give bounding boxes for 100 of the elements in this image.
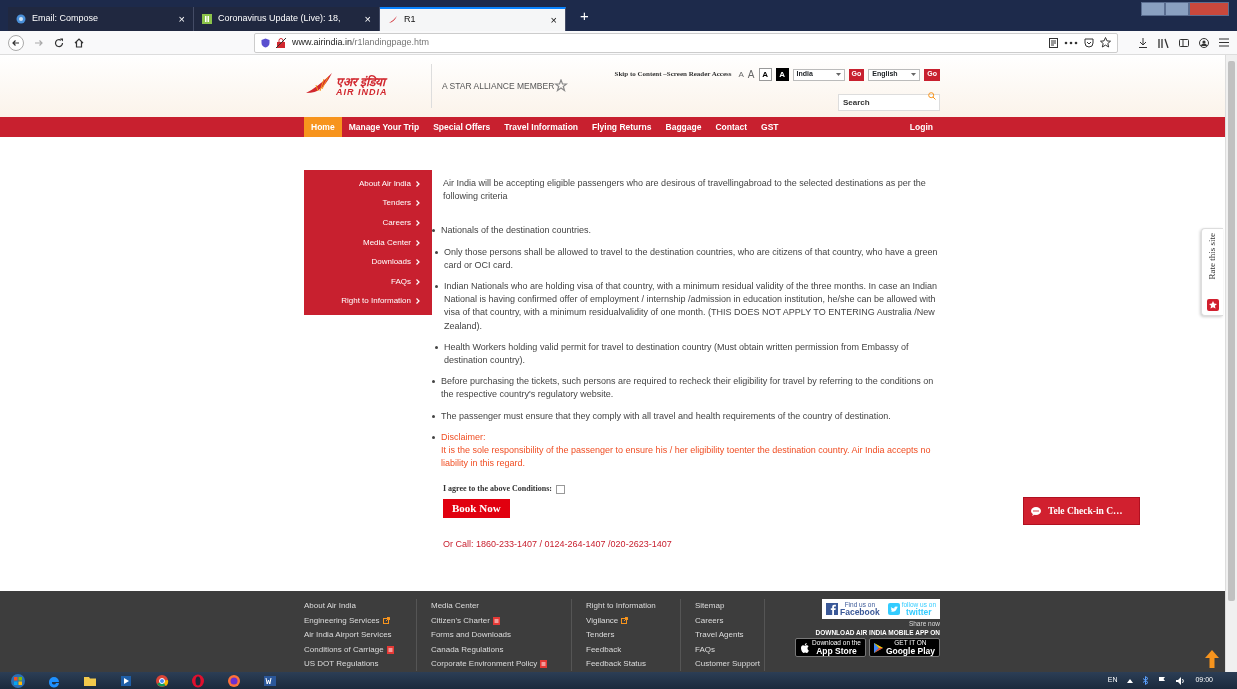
sidebar-link[interactable]: Tenders <box>304 193 426 214</box>
close-tab-button[interactable]: × <box>550 14 557 26</box>
play-triangle-icon <box>873 642 883 653</box>
start-button[interactable] <box>10 672 26 689</box>
nav-link[interactable]: Manage Your Trip <box>341 117 427 137</box>
font-size-button[interactable]: A <box>775 68 789 81</box>
nav-link[interactable]: Travel Information <box>497 117 586 137</box>
alliance-text: A STAR ALLIANCE MEMBER <box>442 79 555 93</box>
sidebar-link[interactable]: About Air India <box>304 174 426 194</box>
url-text: www.airindia.in/r1landingpage.htm <box>292 35 430 49</box>
account-icon[interactable] <box>1199 37 1209 48</box>
speaker-icon[interactable] <box>1176 676 1186 685</box>
new-tab-button[interactable]: + <box>574 3 595 28</box>
disclaimer-title: Disclaimer: <box>441 430 487 444</box>
sidebar-link[interactable]: Downloads <box>304 252 426 272</box>
criteria-text: Only those persons shall be allowed to travel to the destination countries, who are citizens of that country, who have a green card or OCI card. <box>444 245 939 272</box>
browser-tab[interactable]: Email: Compose × <box>8 7 194 31</box>
fox-browser-icon[interactable] <box>226 672 242 689</box>
bullet-icon <box>435 250 438 254</box>
footer-link[interactable]: Customer Support <box>695 657 760 672</box>
font-size-button[interactable]: A <box>738 68 744 81</box>
apple-icon <box>800 642 810 653</box>
library-icon[interactable] <box>1158 37 1169 48</box>
bullet-icon <box>432 229 435 233</box>
chevron-icon <box>416 180 420 187</box>
footer-link[interactable]: Right to Information <box>586 599 656 614</box>
bluetooth-icon[interactable] <box>1143 676 1149 685</box>
caret-icon <box>911 73 917 76</box>
close-tab-button[interactable]: × <box>364 13 371 25</box>
footer-link[interactable]: FAQs <box>695 642 715 657</box>
chat-icon <box>1031 506 1041 516</box>
bird-icon <box>887 603 900 615</box>
chevron-icon <box>416 278 420 285</box>
sidebar-link[interactable]: FAQs <box>304 271 426 292</box>
sidebar-link[interactable]: Careers <box>304 213 426 233</box>
footer-link[interactable]: Engineering Services <box>304 613 390 628</box>
footer-link[interactable]: Vigilance <box>586 613 629 628</box>
criteria-text: Before purchasing the tickets, such persons are required to recheck their eligibility for travel by referring to the conditions on the respective country's regulatory website. <box>441 375 935 402</box>
browser-tab[interactable]: Coronavirus Update (Live): 18, × <box>194 7 380 31</box>
footer-link[interactable]: US DOT Regulations <box>304 657 379 672</box>
nav-link[interactable]: Contact <box>708 117 755 137</box>
footer-link[interactable]: Careers <box>695 613 724 628</box>
footer-link[interactable]: Media Center <box>431 599 480 614</box>
star-icon[interactable] <box>1100 37 1111 48</box>
bullet-icon <box>432 414 435 418</box>
caret-icon <box>835 73 841 76</box>
search-field[interactable]: Search <box>838 94 940 111</box>
bullet-icon <box>435 285 438 288</box>
browser-tab[interactable]: R1 × <box>380 7 566 31</box>
sidebar-icon[interactable] <box>1179 37 1189 48</box>
reader-icon[interactable] <box>1049 37 1058 48</box>
font-size-button[interactable]: A <box>747 67 755 82</box>
address-bar[interactable]: www.airindia.in/r1landingpage.htm <box>254 32 1118 53</box>
nav-link[interactable]: Special Offers <box>426 117 498 137</box>
sidebar-link[interactable]: Right to Information <box>304 291 426 312</box>
footer-link[interactable]: Feedback <box>586 642 622 657</box>
footer-link[interactable]: Canada Regulations <box>431 642 504 657</box>
footer-link[interactable]: Tenders <box>586 628 615 643</box>
pocket-icon[interactable] <box>1084 37 1094 48</box>
scrollbar[interactable] <box>1225 55 1237 672</box>
nav-link[interactable]: GST <box>754 117 786 137</box>
footer-link[interactable]: Corporate Environment Policy <box>431 657 548 672</box>
bullet-icon <box>435 345 438 349</box>
bullet-icon <box>432 435 435 439</box>
chrome-icon[interactable] <box>154 672 170 689</box>
download-icon[interactable] <box>1138 37 1148 48</box>
criteria-text: Nationals of the destination countries. <box>441 224 592 238</box>
chevron-icon <box>416 239 420 246</box>
footer-link[interactable]: Feedback Status <box>586 657 647 672</box>
home-icon[interactable] <box>74 37 84 48</box>
login-link[interactable]: Login <box>902 117 940 137</box>
footer-link[interactable]: Forms and Downloads <box>431 628 512 643</box>
nav-link[interactable]: Baggage <box>658 117 709 137</box>
footer-link[interactable]: Air India Airport Services <box>304 628 392 643</box>
chevron-icon <box>416 220 420 226</box>
chevron-icon <box>416 259 420 266</box>
more-icon[interactable] <box>1064 40 1078 45</box>
font-size-button[interactable]: A <box>758 68 772 81</box>
book-now-button[interactable]: Book Now <box>443 498 510 518</box>
agree-checkbox[interactable] <box>555 484 565 494</box>
o-ring-icon[interactable] <box>190 672 206 689</box>
footer-link[interactable]: Citizen's Charter <box>431 613 500 628</box>
sidebar-link[interactable]: Media Center <box>304 232 426 253</box>
footer-link[interactable]: About Air India <box>304 599 357 614</box>
close-tab-button[interactable]: × <box>178 13 185 25</box>
back-icon[interactable] <box>8 34 24 51</box>
tray-up-icon[interactable] <box>1127 678 1134 683</box>
up-arrow-icon[interactable] <box>1205 650 1219 668</box>
rate-site-tab[interactable]: Rate this site <box>1201 228 1223 316</box>
pdf-icon <box>386 645 394 654</box>
chevron-icon <box>416 298 420 305</box>
tele-check-in-button[interactable]: Tele Check-in C… <box>1023 497 1140 525</box>
footer-link[interactable]: Sitemap <box>695 599 725 614</box>
menu-icon[interactable] <box>1219 38 1229 47</box>
footer-link[interactable]: Conditions of Carriage <box>304 642 394 657</box>
footer-link[interactable]: Travel Agents <box>695 628 744 643</box>
reload-icon[interactable] <box>54 37 64 48</box>
nav-link[interactable]: Flying Returns <box>585 117 659 137</box>
bullet-icon <box>432 380 435 384</box>
globe-icon <box>16 14 26 24</box>
